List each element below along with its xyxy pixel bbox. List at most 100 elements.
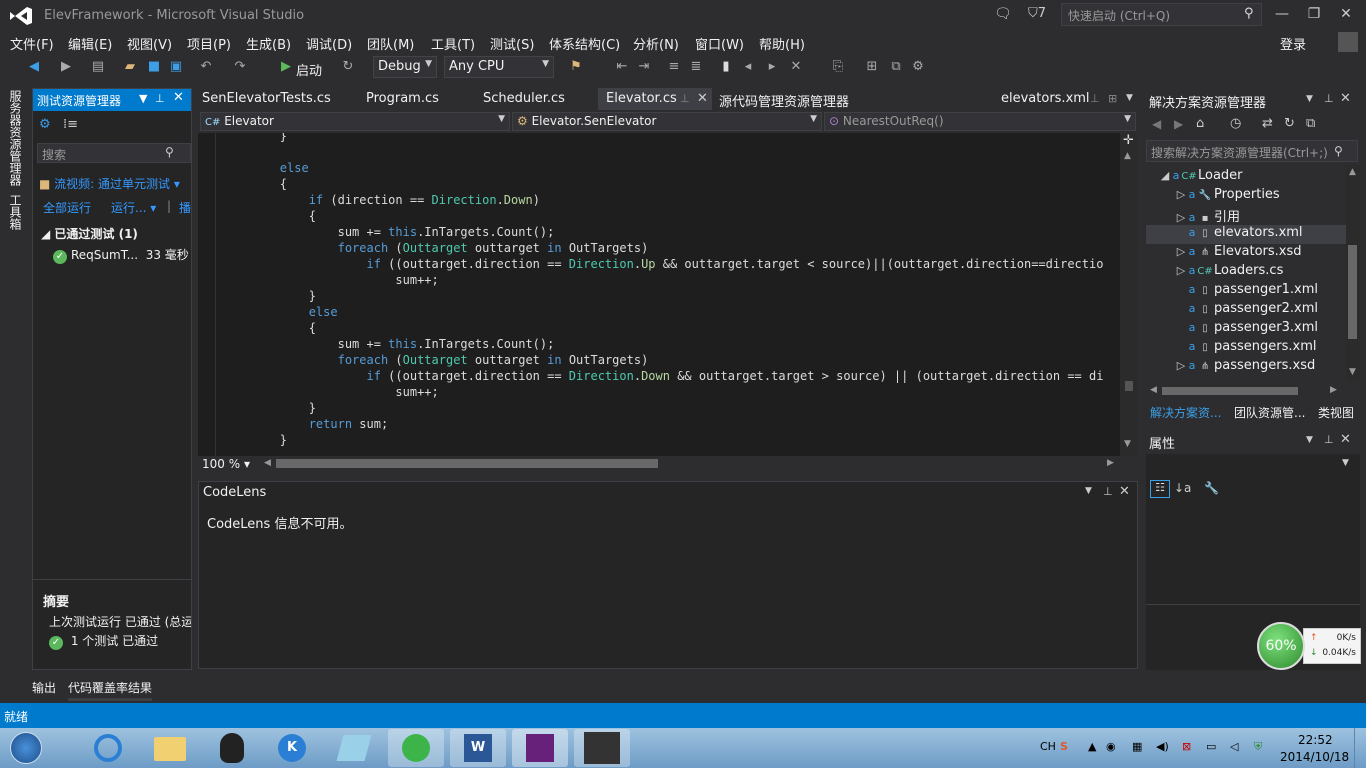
menu-architecture[interactable]: 体系结构(C) (549, 34, 620, 53)
maximize-button[interactable]: ❐ (1302, 6, 1326, 26)
code-text[interactable]: } else { if (direction == Direction.Down… (222, 133, 1104, 448)
ime-indicator[interactable]: CH (1040, 740, 1056, 753)
menu-tools[interactable]: 工具(T) (431, 34, 475, 53)
test-row[interactable]: ✓ ReqSumT... 33 毫秒 (53, 246, 193, 264)
tree-item[interactable]: ▷ a ▪ 引用 (1146, 206, 1346, 225)
code-line[interactable]: } (222, 400, 1103, 416)
start-button-label[interactable]: 启动 (296, 60, 322, 79)
code-line[interactable]: else (222, 304, 1103, 320)
sort-icon[interactable]: ⁞≡ (63, 117, 78, 132)
scroll-thumb[interactable] (1348, 245, 1357, 339)
categorized-icon[interactable]: ☷ (1150, 480, 1170, 498)
code-line[interactable]: sum++; (222, 272, 1103, 288)
code-line[interactable]: foreach (Outtarget outtarget in OutTarge… (222, 352, 1103, 368)
code-line[interactable]: } (222, 288, 1103, 304)
split-icon[interactable]: ✛ (1123, 133, 1134, 148)
tree-item[interactable]: ▷ a ⋔ passengers.xsd (1146, 358, 1346, 377)
pin-icon[interactable]: ⊥ (155, 92, 165, 105)
solution-vertical-scrollbar[interactable]: ▲ ▼ (1346, 165, 1360, 381)
code-editor[interactable]: } else { if (direction == Direction.Down… (198, 133, 1138, 456)
chevron-down-icon[interactable]: ▼ (1085, 486, 1092, 496)
show-desktop-button[interactable] (1354, 728, 1366, 768)
tab-output[interactable]: 输出 (32, 679, 56, 696)
solution-platform-dropdown[interactable]: Any CPU ▼ (444, 56, 554, 78)
code-line[interactable]: { (222, 208, 1103, 224)
tree-item[interactable]: ▷ a 🔧 Properties (1146, 187, 1346, 206)
net-speed-widget[interactable]: ↑ 0K/s ↓ 0.04K/s 60% (1257, 622, 1363, 670)
chevron-down-icon[interactable]: ▼ (1126, 93, 1133, 103)
group-by-icon[interactable]: ⚙ (39, 117, 51, 132)
playlist-link[interactable]: 播 (179, 199, 191, 216)
navigate-forward-icon[interactable]: ▶ (58, 59, 74, 75)
close-button[interactable]: ✕ (1334, 6, 1358, 26)
code-line[interactable]: if (direction == Direction.Down) (222, 192, 1103, 208)
tree-item[interactable]: ◢ a C#Loader (1146, 168, 1346, 187)
code-line[interactable]: { (222, 320, 1103, 336)
comment-icon[interactable]: ≡ (666, 59, 682, 75)
collapse-all-icon[interactable]: ⧉ (1306, 116, 1315, 131)
layout-icon[interactable]: ⊞ (864, 59, 880, 75)
window-layout-icon[interactable]: ⧉ (888, 59, 904, 75)
new-project-icon[interactable]: ▤ (90, 59, 106, 75)
scroll-right-icon[interactable]: ▶ (1107, 458, 1114, 468)
pin-icon[interactable]: ⊥ (1103, 485, 1113, 498)
qq-tray-icon[interactable]: ◉ (1106, 740, 1116, 753)
menu-view[interactable]: 视图(V) (127, 34, 172, 53)
tab-scheduler[interactable]: Scheduler.cs (483, 91, 565, 106)
code-line[interactable]: sum += this.InTargets.Count(); (222, 336, 1103, 352)
undo-icon[interactable]: ↶ (198, 59, 214, 75)
navigate-back-icon[interactable]: ◀ (26, 59, 42, 75)
code-line[interactable]: if ((outtarget.direction == Direction.Do… (222, 368, 1104, 384)
server-explorer-tab[interactable]: 服务器资源管理器 (7, 90, 24, 186)
code-line[interactable] (222, 144, 1103, 160)
code-line[interactable]: { (222, 176, 1103, 192)
sogou-ime-icon[interactable]: S (1060, 740, 1068, 753)
chevron-down-icon[interactable]: ▼ (1306, 435, 1313, 445)
tree-item[interactable]: a ▯ elevators.xml (1146, 225, 1346, 244)
security-shield-icon[interactable]: ⛨ (1254, 740, 1262, 754)
forward-icon[interactable]: ▶ (1174, 117, 1183, 131)
menu-team[interactable]: 团队(M) (367, 34, 414, 53)
chevron-down-icon[interactable]: ▼ (1342, 458, 1349, 468)
zoom-dropdown[interactable]: 100 % ▾ (202, 457, 250, 471)
scroll-right-icon[interactable]: ▶ (1330, 385, 1337, 395)
tab-code-coverage[interactable]: 代码覆盖率结果 (68, 679, 152, 696)
menu-test[interactable]: 测试(S) (490, 34, 534, 53)
pending-changes-icon[interactable]: ◷ (1230, 116, 1241, 131)
toolbar-options-icon[interactable]: ⚙ (910, 59, 926, 75)
photo-taskbar-icon[interactable] (574, 729, 630, 767)
scroll-up-icon[interactable]: ▲ (1124, 151, 1131, 161)
word-taskbar-icon[interactable]: W (450, 729, 506, 767)
app-tray-icon[interactable]: ▦ (1132, 740, 1142, 753)
expander-icon[interactable]: ▷ (1174, 245, 1188, 258)
menu-file[interactable]: 文件(F) (10, 34, 54, 53)
code-line[interactable]: return sum; (222, 416, 1103, 432)
bookmark-icon[interactable]: ▮ (718, 59, 734, 75)
tab-elevator[interactable]: Elevator.cs (606, 91, 677, 106)
code-line[interactable]: else (222, 160, 1103, 176)
close-icon[interactable]: ✕ (1340, 91, 1351, 106)
menu-edit[interactable]: 编辑(E) (68, 34, 112, 53)
scroll-down-icon[interactable]: ▼ (1349, 367, 1356, 377)
refresh-icon[interactable]: ↻ (1284, 116, 1295, 131)
refresh-icon[interactable]: ↻ (340, 59, 356, 75)
memory-usage-ball[interactable]: 60% (1257, 622, 1305, 670)
notifications-flag[interactable]: ⛉7 (1028, 6, 1046, 21)
chevron-down-icon[interactable]: ▼ (139, 92, 147, 105)
previous-bookmark-icon[interactable]: ◂ (740, 59, 756, 75)
clear-bookmarks-icon[interactable]: ✕ (788, 59, 804, 75)
redo-icon[interactable]: ↷ (232, 59, 248, 75)
user-avatar-icon[interactable] (1338, 32, 1358, 52)
tree-item[interactable]: a ▯ passenger3.xml (1146, 320, 1346, 339)
close-tab-icon[interactable]: ✕ (697, 91, 708, 106)
horizontal-scroll-thumb[interactable] (276, 459, 658, 468)
menu-analyze[interactable]: 分析(N) (633, 34, 679, 53)
chevron-down-icon[interactable]: ▼ (1306, 94, 1313, 104)
show-hidden-icons-icon[interactable]: ▲ (1088, 740, 1096, 753)
network-error-icon[interactable]: ⊠ (1182, 740, 1191, 753)
tab-source-control-explorer[interactable]: 源代码管理资源管理器 (719, 91, 849, 110)
save-icon[interactable]: ■ (146, 59, 162, 75)
run-dropdown[interactable]: 运行... ▾ (111, 199, 156, 216)
feedback-icon[interactable]: 🗨 (994, 6, 1012, 22)
project-dropdown[interactable]: C# Elevator ▼ (200, 112, 510, 131)
